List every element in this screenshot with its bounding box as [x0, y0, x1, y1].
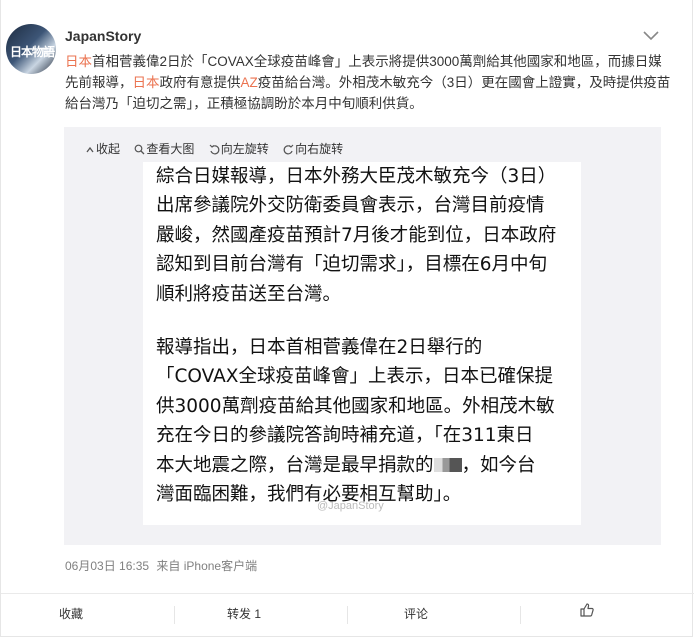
- screenshot-line: 嚴峻，然國產疫苗預計7月後才能到位，日本政府: [156, 224, 557, 246]
- screenshot-line: 認知到目前台灣有「迫切需求」，目標在6月中旬: [156, 254, 548, 276]
- collapse-button[interactable]: 收起: [85, 140, 120, 157]
- screenshot-line: 供3000萬劑疫苗給其他國家和地區。外相茂木敏: [156, 395, 555, 417]
- post-text-segment: 政府有意提供: [159, 75, 241, 90]
- username[interactable]: JapanStory: [65, 28, 141, 44]
- screenshot-line: 充在今日的參議院答詢時補充道，「在311東日: [156, 425, 534, 447]
- post-text: 日本首相菅義偉2日於「COVAX全球疫苗峰會」上表示將提供3000萬劑給其他國家…: [65, 51, 671, 114]
- action-bar: 收藏 转发 1 评论: [1, 593, 694, 638]
- screenshot-paragraph-1: 綜合日媒報導，日本外務大臣茂木敏充今（3日） 出席參議院外交防衛委員會表示，台灣…: [156, 162, 576, 309]
- screenshot-line: 順利將疫苗送至台灣。: [156, 283, 342, 305]
- magnifier-icon: [134, 144, 145, 155]
- comment-button[interactable]: 评论: [404, 605, 428, 622]
- post-text-highlight: AZ: [240, 75, 258, 90]
- favorite-label: 收藏: [59, 607, 84, 621]
- screenshot-line: 出席參議院外交防衛委員會表示，台灣目前疫情: [156, 195, 545, 217]
- view-large-label: 查看大图: [146, 142, 195, 156]
- repost-button[interactable]: 转发 1: [227, 605, 261, 622]
- screenshot-line: 本大地震之際，台灣是最早捐款的 ，如今台: [156, 451, 576, 480]
- rotate-right-button[interactable]: 向右旋转: [283, 140, 343, 157]
- post-timestamp[interactable]: 06月03日 16:35: [65, 559, 149, 573]
- repost-label: 转发 1: [227, 607, 262, 621]
- screenshot-line: 「COVAX全球疫苗峰會」上表示，日本已確保提: [156, 366, 553, 388]
- screenshot-line: 綜合日媒報導，日本外務大臣茂木敏充今（3日）: [156, 166, 557, 187]
- comment-label: 评论: [404, 607, 429, 621]
- rotate-right-icon: [283, 144, 294, 155]
- rotate-left-icon: [209, 144, 220, 155]
- rotate-left-label: 向左旋转: [220, 142, 269, 156]
- favorite-button[interactable]: 收藏: [59, 605, 83, 622]
- divider: [347, 606, 348, 624]
- post-text-highlight: 日本: [132, 75, 160, 90]
- avatar-logo-text: 日本物語: [10, 45, 55, 59]
- like-button[interactable]: [579, 602, 595, 621]
- rotate-right-label: 向右旋转: [295, 142, 344, 156]
- avatar[interactable]: 日本物語: [6, 24, 56, 74]
- collapse-label: 收起: [96, 142, 121, 156]
- pixelated-glyph: [433, 457, 462, 472]
- view-large-button[interactable]: 查看大图: [134, 140, 194, 157]
- post-text-highlight: 日本: [65, 54, 92, 69]
- thumbs-up-icon: [580, 603, 594, 617]
- image-toolbar: 收起 查看大图 向左旋转 向右旋转: [85, 140, 354, 156]
- screenshot-line-start: 本大地震之際，台灣是最早捐款的: [156, 454, 434, 476]
- screenshot-line: 報導指出，日本首相菅義偉在2日舉行的: [156, 337, 483, 358]
- post-source: 来自 iPhone客户端: [156, 559, 258, 573]
- news-screenshot-image[interactable]: 綜合日媒報導，日本外務大臣茂木敏充今（3日） 出席參議院外交防衛委員會表示，台灣…: [143, 162, 581, 525]
- chevron-down-icon[interactable]: [641, 28, 661, 44]
- screenshot-paragraph-2: 報導指出，日本首相菅義偉在2日舉行的 「COVAX全球疫苗峰會」上表示，日本已確…: [156, 333, 576, 509]
- screenshot-line-end: ，如今台: [461, 454, 536, 476]
- divider: [174, 606, 175, 624]
- post-meta: 06月03日 16:35 来自 iPhone客户端: [65, 557, 257, 574]
- divider: [520, 606, 521, 624]
- weibo-post-card: 日本物語 JapanStory 日本首相菅義偉2日於「COVAX全球疫苗峰會」上…: [0, 0, 694, 638]
- rotate-left-button[interactable]: 向左旋转: [209, 140, 269, 157]
- weibo-watermark: @JapanStory: [317, 500, 384, 512]
- collapse-icon: [86, 146, 94, 153]
